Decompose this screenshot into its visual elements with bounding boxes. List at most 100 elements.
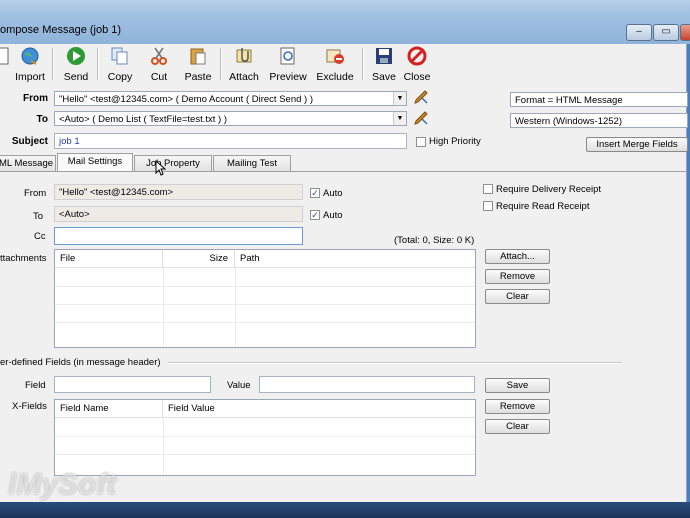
window-close-button[interactable] <box>680 24 690 41</box>
close-icon <box>407 46 427 66</box>
toolbar-attach-button[interactable]: Attach <box>226 45 262 83</box>
field-value-input[interactable] <box>259 376 475 393</box>
toolbar-new-button[interactable] <box>0 45 9 83</box>
paste-icon <box>190 48 206 65</box>
grid-line <box>55 286 475 287</box>
subject-input[interactable]: job 1 <box>54 133 407 149</box>
user-defined-fields-label: er-defined Fields (in message header) <box>0 357 161 368</box>
to-combo[interactable]: <Auto> ( Demo List ( TextFile=test.txt )… <box>54 111 407 126</box>
from-combo-value: "Hello" <test@12345.com> ( Demo Account … <box>59 94 313 105</box>
field-name-input[interactable] <box>54 376 211 393</box>
tab-job-property[interactable]: Job Property <box>134 155 212 171</box>
toolbar-send-button[interactable]: Send <box>58 45 94 83</box>
save-label: Save <box>372 71 396 83</box>
edit-from-icon[interactable] <box>413 89 429 105</box>
toolbar-save-button[interactable]: Save <box>368 45 400 83</box>
save-icon <box>376 48 392 64</box>
from-label: From <box>23 93 48 104</box>
toolbar-separator <box>52 48 54 80</box>
toolbar-close-button[interactable]: Close <box>401 45 433 83</box>
toolbar-preview-button[interactable]: Preview <box>267 45 309 83</box>
format-combo[interactable]: Format = HTML Message <box>510 92 688 107</box>
tab-mailing-test[interactable]: Mailing Test <box>213 155 291 171</box>
ms-to-field: <Auto> <box>54 206 303 222</box>
grid-line <box>55 322 475 323</box>
from-auto-checkbox[interactable]: ✓ <box>310 188 320 198</box>
toolbar-separator <box>220 48 222 80</box>
attachments-table[interactable]: File Size Path <box>54 249 476 348</box>
paste-label: Paste <box>184 71 212 83</box>
copy-icon <box>111 47 128 65</box>
to-combo-value: <Auto> ( Demo List ( TextFile=test.txt )… <box>59 114 227 125</box>
grid-line <box>55 304 475 305</box>
chevron-down-icon[interactable]: ▼ <box>393 112 406 125</box>
toolbar-exclude-button[interactable]: Exclude <box>314 45 356 83</box>
ms-from-field: "Hello" <test@12345.com> <box>54 184 303 200</box>
clear-attachments-button[interactable]: Clear <box>485 289 550 304</box>
edit-to-icon[interactable] <box>413 110 429 126</box>
mouse-cursor-icon <box>155 160 167 176</box>
grid-line <box>55 454 475 455</box>
to-auto-checkbox[interactable]: ✓ <box>310 210 320 220</box>
minimize-button[interactable]: – <box>626 24 652 41</box>
high-priority-checkbox[interactable] <box>416 137 426 147</box>
ms-to-label: To <box>33 211 44 222</box>
save-field-button[interactable]: Save <box>485 378 550 393</box>
cc-input[interactable] <box>54 227 303 245</box>
close-label: Close <box>403 71 431 83</box>
read-receipt-label: Require Read Receipt <box>496 201 590 212</box>
to-label: To <box>36 114 48 125</box>
read-receipt-checkbox[interactable] <box>483 201 493 211</box>
toolbar-cut-button[interactable]: Cut <box>142 45 176 83</box>
xfields-table[interactable]: Field Name Field Value <box>54 399 476 476</box>
group-divider <box>168 362 622 364</box>
field-label: Field <box>25 380 46 391</box>
column-header-file[interactable]: File <box>55 250 163 268</box>
encoding-combo[interactable]: Western (Windows-1252) <box>510 113 688 128</box>
scissors-icon <box>151 47 167 65</box>
grid-line <box>163 268 164 347</box>
exclude-label: Exclude <box>316 71 354 83</box>
ms-from-label: From <box>24 188 47 199</box>
toolbar-import-button[interactable]: Import <box>12 45 48 83</box>
window-title: ompose Message (job 1) <box>0 24 122 36</box>
grid-line <box>163 418 164 475</box>
attachments-label: ttachments <box>0 253 47 264</box>
attach-label: Attach <box>229 71 259 83</box>
column-header-path[interactable]: Path <box>235 250 475 268</box>
delivery-receipt-checkbox[interactable] <box>483 184 493 194</box>
from-combo[interactable]: "Hello" <test@12345.com> ( Demo Account … <box>54 91 407 106</box>
chevron-down-icon[interactable]: ▼ <box>393 92 406 105</box>
clear-xfields-button[interactable]: Clear <box>485 419 550 434</box>
xfields-label: X-Fields <box>12 401 47 412</box>
encoding-combo-value: Western (Windows-1252) <box>515 116 623 127</box>
attach-icon <box>236 48 252 63</box>
tab-mail-settings[interactable]: Mail Settings <box>57 153 133 172</box>
cut-label: Cut <box>150 71 168 83</box>
remove-attachment-button[interactable]: Remove <box>485 269 550 284</box>
tab-html-message[interactable]: ML Message <box>0 155 56 171</box>
column-header-field-value[interactable]: Field Value <box>163 400 475 418</box>
taskbar <box>0 502 690 518</box>
insert-merge-fields-button[interactable]: Insert Merge Fields <box>586 137 688 152</box>
import-label: Import <box>15 71 45 83</box>
subject-label: Subject <box>11 136 48 147</box>
high-priority-label: High Priority <box>429 136 481 147</box>
toolbar-paste-button[interactable]: Paste <box>180 45 216 83</box>
grid-line <box>235 268 236 347</box>
column-header-size[interactable]: Size <box>163 250 235 268</box>
window-titlebar[interactable] <box>0 0 690 44</box>
grid-line <box>55 436 475 437</box>
copy-label: Copy <box>107 71 133 83</box>
column-header-field-name[interactable]: Field Name <box>55 400 163 418</box>
remove-xfield-button[interactable]: Remove <box>485 399 550 414</box>
attachments-total: (Total: 0, Size: 0 K) <box>394 235 475 246</box>
attach-file-button[interactable]: Attach... <box>485 249 550 264</box>
toolbar-copy-button[interactable]: Copy <box>102 45 138 83</box>
send-label: Send <box>63 71 89 83</box>
preview-icon <box>280 47 295 65</box>
toolbar-separator <box>362 48 364 80</box>
format-combo-value: Format = HTML Message <box>515 95 623 106</box>
exclude-icon <box>326 49 344 64</box>
maximize-button[interactable]: ▭ <box>653 24 679 41</box>
